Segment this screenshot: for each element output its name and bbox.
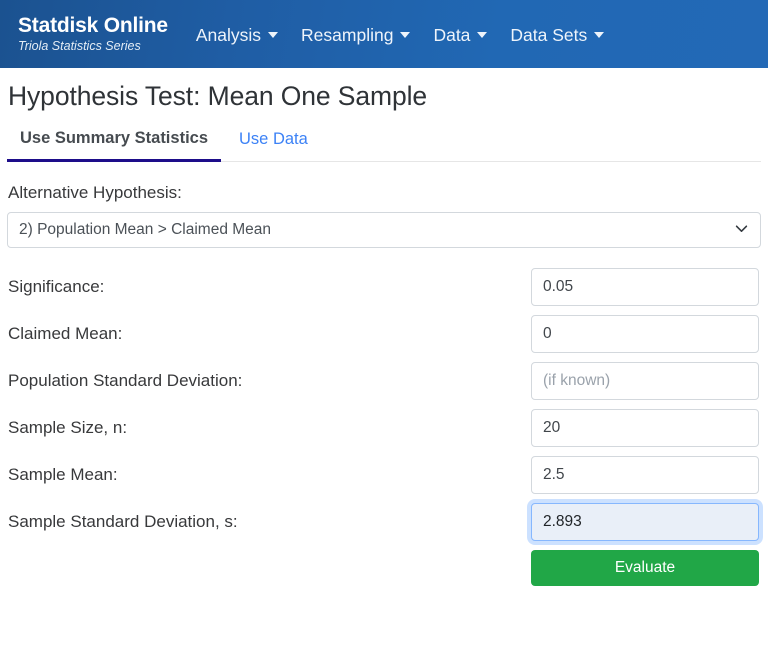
tab-use-data[interactable]: Use Data — [221, 130, 326, 161]
caret-down-icon — [594, 32, 605, 38]
form-row-claimed-mean: Claimed Mean: — [7, 310, 761, 357]
sample-mean-label: Sample Mean: — [8, 464, 118, 484]
sample-standard-deviation-input-cell — [531, 502, 761, 541]
form-row-population-standard-deviation: Population Standard Deviation: — [7, 357, 761, 404]
hypothesis-test-form: Alternative Hypothesis: 2) Population Me… — [7, 183, 761, 590]
significance-input-cell — [531, 267, 761, 306]
nav-item-data-label: Data — [433, 24, 471, 45]
population-standard-deviation-input[interactable] — [531, 361, 759, 400]
page-title: Hypothesis Test: Mean One Sample — [8, 81, 428, 111]
sample-mean-input[interactable] — [531, 455, 759, 494]
population-standard-deviation-label: Population Standard Deviation: — [8, 370, 243, 390]
form-rows: Significance: Claimed Mean: Population S… — [7, 263, 761, 590]
brand-logo[interactable]: Statdisk Online Triola Statistics Series — [18, 13, 168, 53]
sample-standard-deviation-label: Sample Standard Deviation, s: — [8, 511, 238, 531]
tab-bar: Use Summary Statistics Use Data — [7, 129, 761, 162]
claimed-mean-input[interactable] — [531, 314, 759, 353]
tab-use-summary-statistics[interactable]: Use Summary Statistics — [7, 129, 222, 162]
alternative-hypothesis-selected-value: 2) Population Mean > Claimed Mean — [19, 221, 272, 238]
caret-down-icon — [268, 32, 279, 38]
form-row-sample-standard-deviation: Sample Standard Deviation, s: — [7, 498, 761, 545]
navbar-menu: Analysis Resampling Data Data Sets — [195, 24, 605, 46]
nav-item-resampling-label: Resampling — [301, 24, 394, 45]
nav-item-analysis[interactable]: Analysis — [195, 24, 279, 46]
sample-size-label: Sample Size, n: — [8, 417, 128, 437]
nav-item-resampling[interactable]: Resampling — [301, 24, 411, 46]
tab-use-summary-statistics-label: Use Summary Statistics — [20, 129, 209, 147]
form-row-significance: Significance: — [7, 263, 761, 310]
page-content: Hypothesis Test: Mean One Sample Use Sum… — [0, 81, 768, 590]
sample-mean-input-cell — [531, 455, 761, 494]
alternative-hypothesis-select[interactable]: 2) Population Mean > Claimed Mean — [7, 212, 761, 248]
tab-use-data-label: Use Data — [239, 130, 308, 148]
nav-item-data-sets[interactable]: Data Sets — [510, 24, 605, 46]
claimed-mean-label: Claimed Mean: — [8, 323, 123, 343]
claimed-mean-input-cell — [531, 314, 761, 353]
sample-size-input-cell — [531, 408, 761, 447]
alternative-hypothesis-select-wrap: 2) Population Mean > Claimed Mean — [7, 212, 761, 248]
brand-title: Statdisk Online — [18, 13, 168, 37]
evaluate-button[interactable]: Evaluate — [531, 549, 759, 586]
navbar: Statdisk Online Triola Statistics Series… — [0, 0, 768, 68]
sample-size-input[interactable] — [531, 408, 759, 447]
significance-label: Significance: — [8, 276, 105, 296]
alternative-hypothesis-label: Alternative Hypothesis: — [8, 183, 182, 202]
caret-down-icon — [400, 32, 411, 38]
form-row-sample-mean: Sample Mean: — [7, 451, 761, 498]
nav-item-data[interactable]: Data — [433, 24, 488, 46]
nav-item-data-sets-label: Data Sets — [510, 24, 588, 45]
significance-input[interactable] — [531, 267, 759, 306]
brand-subtitle: Triola Statistics Series — [18, 38, 141, 53]
form-row-sample-size: Sample Size, n: — [7, 404, 761, 451]
nav-item-analysis-label: Analysis — [195, 24, 262, 45]
population-standard-deviation-input-cell — [531, 361, 761, 400]
caret-down-icon — [477, 32, 488, 38]
evaluate-button-row: Evaluate — [7, 545, 761, 590]
sample-standard-deviation-input[interactable] — [531, 502, 759, 541]
